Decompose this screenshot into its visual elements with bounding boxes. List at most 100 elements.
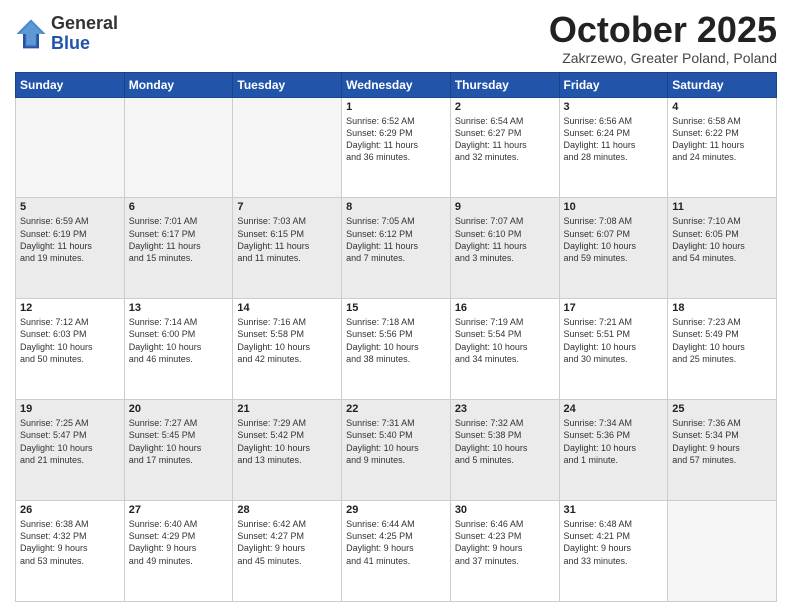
day-number: 12	[20, 302, 120, 314]
day-number: 29	[346, 504, 446, 516]
day-info: Sunrise: 7:32 AM Sunset: 5:38 PM Dayligh…	[455, 417, 555, 466]
col-tuesday: Tuesday	[233, 72, 342, 97]
logo: General Blue	[15, 14, 118, 54]
table-row: 20Sunrise: 7:27 AM Sunset: 5:45 PM Dayli…	[124, 400, 233, 501]
day-number: 26	[20, 504, 120, 516]
header: General Blue October 2025 Zakrzewo, Grea…	[15, 10, 777, 66]
table-row: 5Sunrise: 6:59 AM Sunset: 6:19 PM Daylig…	[16, 198, 125, 299]
day-info: Sunrise: 7:05 AM Sunset: 6:12 PM Dayligh…	[346, 215, 446, 264]
table-row: 1 Sunrise: 6:52 AM Sunset: 6:29 PM Daylig…	[342, 97, 451, 198]
day-info: Sunrise: 7:31 AM Sunset: 5:40 PM Dayligh…	[346, 417, 446, 466]
day-number: 18	[672, 302, 772, 314]
day-info: Sunrise: 7:25 AM Sunset: 5:47 PM Dayligh…	[20, 417, 120, 466]
table-row	[668, 501, 777, 602]
day-number: 9	[455, 201, 555, 213]
day-number: 23	[455, 403, 555, 415]
table-row	[124, 97, 233, 198]
col-thursday: Thursday	[450, 72, 559, 97]
day-number: 13	[129, 302, 229, 314]
table-row: 9 Sunrise: 7:07 AM Sunset: 6:10 PM Daylig…	[450, 198, 559, 299]
table-row: 8 Sunrise: 7:05 AM Sunset: 6:12 PM Daylig…	[342, 198, 451, 299]
page: General Blue October 2025 Zakrzewo, Grea…	[0, 0, 792, 612]
day-number: 21	[237, 403, 337, 415]
table-row: 29Sunrise: 6:44 AM Sunset: 4:25 PM Dayli…	[342, 501, 451, 602]
table-row: 27 Sunrise: 6:40 AM Sunset: 4:29 PM Dayli…	[124, 501, 233, 602]
day-number: 10	[564, 201, 664, 213]
table-row: 7 Sunrise: 7:03 AM Sunset: 6:15 PM Daylig…	[233, 198, 342, 299]
col-friday: Friday	[559, 72, 668, 97]
day-number: 1	[346, 101, 446, 113]
location: Zakrzewo, Greater Poland, Poland	[549, 50, 777, 66]
col-saturday: Saturday	[668, 72, 777, 97]
calendar-week-row: 12 Sunrise: 7:12 AM Sunset: 6:03 PM Dayli…	[16, 299, 777, 400]
day-info: Sunrise: 7:18 AM Sunset: 5:56 PM Dayligh…	[346, 316, 446, 365]
col-sunday: Sunday	[16, 72, 125, 97]
table-row: 22 Sunrise: 7:31 AM Sunset: 5:40 PM Dayli…	[342, 400, 451, 501]
day-info: Sunrise: 7:08 AM Sunset: 6:07 PM Dayligh…	[564, 215, 664, 264]
day-info: Sunrise: 6:52 AM Sunset: 6:29 PM Dayligh…	[346, 115, 446, 164]
day-number: 3	[564, 101, 664, 113]
table-row: 25 Sunrise: 7:36 AM Sunset: 5:34 PM Dayli…	[668, 400, 777, 501]
table-row: 31Sunrise: 6:48 AM Sunset: 4:21 PM Dayli…	[559, 501, 668, 602]
table-row: 2 Sunrise: 6:54 AM Sunset: 6:27 PM Daylig…	[450, 97, 559, 198]
table-row: 10 Sunrise: 7:08 AM Sunset: 6:07 PM Dayli…	[559, 198, 668, 299]
day-info: Sunrise: 7:03 AM Sunset: 6:15 PM Dayligh…	[237, 215, 337, 264]
day-info: Sunrise: 6:58 AM Sunset: 6:22 PM Dayligh…	[672, 115, 772, 164]
calendar-table: Sunday Monday Tuesday Wednesday Thursday…	[15, 72, 777, 602]
logo-blue-text: Blue	[51, 34, 118, 54]
day-number: 2	[455, 101, 555, 113]
day-info: Sunrise: 6:46 AM Sunset: 4:23 PM Dayligh…	[455, 518, 555, 567]
day-number: 27	[129, 504, 229, 516]
day-info: Sunrise: 6:40 AM Sunset: 4:29 PM Dayligh…	[129, 518, 229, 567]
calendar-week-row: 26 Sunrise: 6:38 AM Sunset: 4:32 PM Dayli…	[16, 501, 777, 602]
logo-icon	[15, 18, 47, 50]
table-row	[233, 97, 342, 198]
table-row: 24Sunrise: 7:34 AM Sunset: 5:36 PM Dayli…	[559, 400, 668, 501]
table-row: 17 Sunrise: 7:21 AM Sunset: 5:51 PM Dayli…	[559, 299, 668, 400]
table-row: 18Sunrise: 7:23 AM Sunset: 5:49 PM Dayli…	[668, 299, 777, 400]
day-info: Sunrise: 7:16 AM Sunset: 5:58 PM Dayligh…	[237, 316, 337, 365]
table-row: 30Sunrise: 6:46 AM Sunset: 4:23 PM Dayli…	[450, 501, 559, 602]
day-number: 8	[346, 201, 446, 213]
calendar-week-row: 1 Sunrise: 6:52 AM Sunset: 6:29 PM Daylig…	[16, 97, 777, 198]
day-info: Sunrise: 7:10 AM Sunset: 6:05 PM Dayligh…	[672, 215, 772, 264]
day-info: Sunrise: 7:07 AM Sunset: 6:10 PM Dayligh…	[455, 215, 555, 264]
day-number: 17	[564, 302, 664, 314]
day-number: 5	[20, 201, 120, 213]
table-row: 28Sunrise: 6:42 AM Sunset: 4:27 PM Dayli…	[233, 501, 342, 602]
col-wednesday: Wednesday	[342, 72, 451, 97]
day-info: Sunrise: 7:34 AM Sunset: 5:36 PM Dayligh…	[564, 417, 664, 466]
day-number: 25	[672, 403, 772, 415]
day-info: Sunrise: 7:01 AM Sunset: 6:17 PM Dayligh…	[129, 215, 229, 264]
table-row: 11 Sunrise: 7:10 AM Sunset: 6:05 PM Dayli…	[668, 198, 777, 299]
day-number: 22	[346, 403, 446, 415]
day-info: Sunrise: 6:38 AM Sunset: 4:32 PM Dayligh…	[20, 518, 120, 567]
day-info: Sunrise: 7:12 AM Sunset: 6:03 PM Dayligh…	[20, 316, 120, 365]
calendar-header-row: Sunday Monday Tuesday Wednesday Thursday…	[16, 72, 777, 97]
table-row: 26 Sunrise: 6:38 AM Sunset: 4:32 PM Dayli…	[16, 501, 125, 602]
table-row: 4 Sunrise: 6:58 AM Sunset: 6:22 PM Daylig…	[668, 97, 777, 198]
day-info: Sunrise: 7:36 AM Sunset: 5:34 PM Dayligh…	[672, 417, 772, 466]
table-row: 6Sunrise: 7:01 AM Sunset: 6:17 PM Daylig…	[124, 198, 233, 299]
day-number: 11	[672, 201, 772, 213]
day-info: Sunrise: 6:48 AM Sunset: 4:21 PM Dayligh…	[564, 518, 664, 567]
month-title: October 2025	[549, 10, 777, 50]
day-info: Sunrise: 7:21 AM Sunset: 5:51 PM Dayligh…	[564, 316, 664, 365]
calendar-week-row: 5Sunrise: 6:59 AM Sunset: 6:19 PM Daylig…	[16, 198, 777, 299]
table-row: 13 Sunrise: 7:14 AM Sunset: 6:00 PM Dayli…	[124, 299, 233, 400]
day-info: Sunrise: 7:29 AM Sunset: 5:42 PM Dayligh…	[237, 417, 337, 466]
day-number: 4	[672, 101, 772, 113]
day-number: 15	[346, 302, 446, 314]
day-info: Sunrise: 7:19 AM Sunset: 5:54 PM Dayligh…	[455, 316, 555, 365]
table-row: 3 Sunrise: 6:56 AM Sunset: 6:24 PM Daylig…	[559, 97, 668, 198]
table-row: 16Sunrise: 7:19 AM Sunset: 5:54 PM Dayli…	[450, 299, 559, 400]
table-row: 15 Sunrise: 7:18 AM Sunset: 5:56 PM Dayli…	[342, 299, 451, 400]
table-row: 21 Sunrise: 7:29 AM Sunset: 5:42 PM Dayli…	[233, 400, 342, 501]
calendar-week-row: 19Sunrise: 7:25 AM Sunset: 5:47 PM Dayli…	[16, 400, 777, 501]
day-number: 20	[129, 403, 229, 415]
table-row: 14Sunrise: 7:16 AM Sunset: 5:58 PM Dayli…	[233, 299, 342, 400]
day-info: Sunrise: 6:54 AM Sunset: 6:27 PM Dayligh…	[455, 115, 555, 164]
day-number: 7	[237, 201, 337, 213]
day-info: Sunrise: 6:56 AM Sunset: 6:24 PM Dayligh…	[564, 115, 664, 164]
day-info: Sunrise: 7:14 AM Sunset: 6:00 PM Dayligh…	[129, 316, 229, 365]
